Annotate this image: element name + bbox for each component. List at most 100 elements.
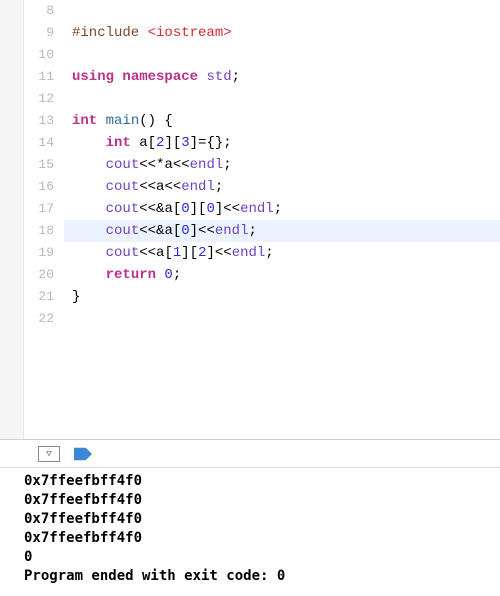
code-token: <<& (139, 201, 164, 217)
code-line[interactable] (64, 308, 500, 330)
console-output[interactable]: 0x7ffeefbff4f00x7ffeefbff4f00x7ffeefbff4… (0, 468, 500, 596)
code-token: endl (215, 223, 249, 239)
code-line[interactable]: return 0; (64, 264, 500, 286)
line-number: 14 (24, 132, 54, 154)
code-token: int (106, 135, 140, 151)
code-token: int (72, 113, 106, 129)
code-token: endl (240, 201, 274, 217)
breakpoint-gutter[interactable] (0, 0, 24, 439)
code-token: ; (232, 69, 240, 85)
code-editor[interactable]: #include <iostream> using namespace std; i… (64, 0, 500, 439)
code-token: a (164, 223, 172, 239)
code-token: ; (173, 267, 181, 283)
code-token (72, 267, 106, 283)
code-token: return (106, 267, 165, 283)
console-line: Program ended with exit code: 0 (24, 567, 494, 586)
output-filter-dropdown[interactable]: ▽ (38, 446, 60, 462)
code-token: ][ (181, 245, 198, 261)
line-number: 13 (24, 110, 54, 132)
code-token: namespace (122, 69, 206, 85)
code-token: 0 (206, 201, 214, 217)
code-token: cout (106, 201, 140, 217)
code-token: () { (139, 113, 173, 129)
code-token: a (164, 157, 172, 173)
code-token (72, 179, 106, 195)
code-token: << (139, 179, 156, 195)
code-token: ]<< (206, 245, 231, 261)
code-token: a (164, 201, 172, 217)
line-number: 12 (24, 88, 54, 110)
code-token: cout (106, 157, 140, 173)
editor-area: 8910111213141516171819202122 #include <i… (0, 0, 500, 439)
code-token: ]<< (190, 223, 215, 239)
line-number: 18 (24, 220, 54, 242)
code-token: ]={}; (190, 135, 232, 151)
code-token: endl (190, 157, 224, 173)
code-line[interactable]: cout<<&a[0]<<endl; (64, 220, 500, 242)
code-token: endl (232, 245, 266, 261)
code-token (72, 201, 106, 217)
console-line: 0 (24, 548, 494, 567)
line-number: 22 (24, 308, 54, 330)
code-token: ; (215, 179, 223, 195)
code-token: #include (72, 25, 148, 41)
code-token: <<& (139, 223, 164, 239)
code-line[interactable]: cout<<&a[0][0]<<endl; (64, 198, 500, 220)
code-token: } (72, 289, 80, 305)
code-token: << (139, 245, 156, 261)
code-token: 3 (181, 135, 189, 151)
line-number: 20 (24, 264, 54, 286)
code-token (72, 135, 106, 151)
code-token: << (164, 179, 181, 195)
line-number: 17 (24, 198, 54, 220)
code-line[interactable] (64, 88, 500, 110)
code-token: [ (164, 245, 172, 261)
code-line[interactable]: using namespace std; (64, 66, 500, 88)
code-line[interactable] (64, 0, 500, 22)
code-token: ][ (164, 135, 181, 151)
console-line: 0x7ffeefbff4f0 (24, 510, 494, 529)
line-number: 19 (24, 242, 54, 264)
code-token: endl (181, 179, 215, 195)
console-line: 0x7ffeefbff4f0 (24, 491, 494, 510)
line-number: 21 (24, 286, 54, 308)
code-token: cout (106, 223, 140, 239)
tag-icon[interactable] (74, 447, 92, 461)
code-token: ; (223, 157, 231, 173)
console-toolbar: ▽ (0, 440, 500, 468)
code-token: ; (265, 245, 273, 261)
line-number: 11 (24, 66, 54, 88)
line-number: 16 (24, 176, 54, 198)
code-token: ][ (190, 201, 207, 217)
code-token: << (173, 157, 190, 173)
line-number: 15 (24, 154, 54, 176)
code-line[interactable]: int a[2][3]={}; (64, 132, 500, 154)
code-token: ]<< (215, 201, 240, 217)
code-token: 1 (173, 245, 181, 261)
code-token: using (72, 69, 122, 85)
code-line[interactable]: int main() { (64, 110, 500, 132)
line-number: 8 (24, 0, 54, 22)
code-line[interactable]: cout<<*a<<endl; (64, 154, 500, 176)
code-line[interactable]: #include <iostream> (64, 22, 500, 44)
code-token: [ (148, 135, 156, 151)
line-number: 10 (24, 44, 54, 66)
code-token: ; (248, 223, 256, 239)
code-token: a (139, 135, 147, 151)
code-token: [ (173, 201, 181, 217)
code-token: 0 (181, 201, 189, 217)
code-token: 0 (164, 267, 172, 283)
code-line[interactable]: cout<<a<<endl; (64, 176, 500, 198)
code-line[interactable]: } (64, 286, 500, 308)
code-token: <iostream> (148, 25, 232, 41)
code-token (72, 223, 106, 239)
line-number: 9 (24, 22, 54, 44)
code-line[interactable] (64, 44, 500, 66)
code-token: cout (106, 245, 140, 261)
code-token (72, 245, 106, 261)
code-token (72, 157, 106, 173)
code-line[interactable]: cout<<a[1][2]<<endl; (64, 242, 500, 264)
console-line: 0x7ffeefbff4f0 (24, 529, 494, 548)
code-token: ; (274, 201, 282, 217)
code-token: main (106, 113, 140, 129)
